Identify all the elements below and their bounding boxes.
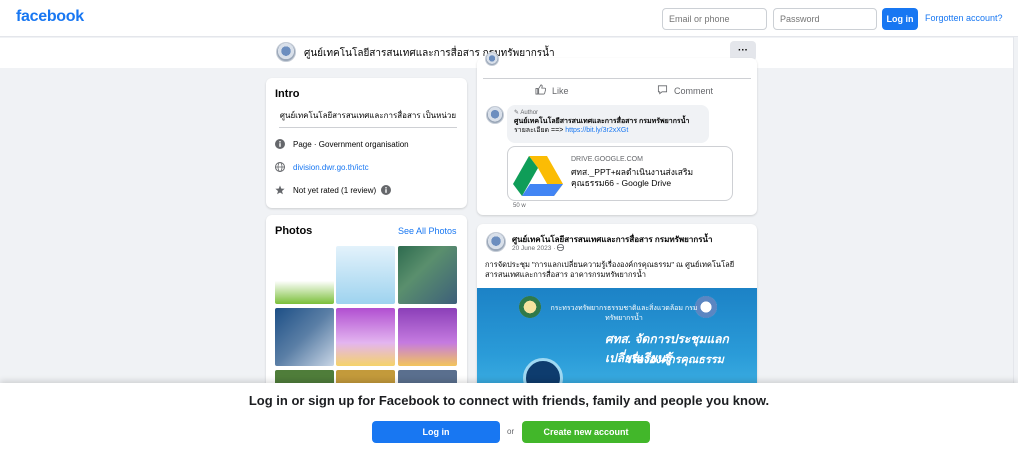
comment-text: รายละเอียด ==> https://bit.ly/3r2xXGt [514, 127, 629, 134]
intro-description: ศูนย์เทคโนโลยีสารสนเทศและการสื่อสาร เป็น… [279, 109, 457, 128]
intro-card: Intro ศูนย์เทคโนโลยีสารสนเทศและการสื่อสา… [266, 78, 467, 208]
forgotten-account-link[interactable]: Forgotten account? [925, 13, 1003, 23]
like-button[interactable]: Like [535, 84, 569, 98]
signup-banner: Log in or sign up for Facebook to connec… [0, 383, 1018, 453]
photo-thumbnail[interactable] [336, 308, 395, 366]
ministry-emblem [519, 296, 541, 318]
post-text: การจัดประชุม "การแลกเปลี่ยนความรู้เรื่อง… [485, 260, 735, 279]
image-caption-subheadline: เรื่ององค์กรคุณธรรม [627, 354, 724, 366]
divider [483, 78, 751, 79]
intro-item-text: Page · Government organisation [293, 139, 409, 149]
link-domain: DRIVE.GOOGLE.COM [571, 156, 643, 163]
pen-icon: ✎ [514, 110, 520, 116]
comment-timestamp[interactable]: 50 w [513, 203, 526, 209]
banner-login-button[interactable]: Log in [372, 421, 500, 443]
photos-title: Photos [275, 225, 313, 237]
google-drive-icon [511, 152, 565, 200]
globe-icon [557, 243, 565, 252]
post-card: ศูนย์เทคโนโลยีสารสนเทศและการสื่อสาร กรมท… [477, 224, 757, 394]
intro-item-website[interactable]: division.dwr.go.th/ictc [275, 161, 369, 173]
link-title[interactable]: ศทส._PPT+ผลดำเนินงานส่งเสริมคุณธรรม66 - … [571, 167, 721, 189]
page-avatar[interactable] [276, 42, 296, 62]
star-icon [275, 185, 285, 195]
photo-thumbnail[interactable] [398, 308, 457, 366]
post-avatar[interactable] [486, 232, 506, 252]
comment-bubble: ✎ Author ศูนย์เทคโนโลยีสารสนเทศและการสื่… [507, 105, 709, 143]
signup-message: Log in or sign up for Facebook to connec… [248, 393, 770, 408]
photo-thumbnail[interactable] [275, 246, 334, 304]
comment-link[interactable]: https://bit.ly/3r2xXGt [565, 127, 628, 134]
website-link[interactable]: division.dwr.go.th/ictc [293, 163, 369, 172]
author-badge: ✎ Author [514, 110, 539, 116]
post-avatar[interactable] [485, 52, 499, 66]
password-field[interactable] [773, 8, 877, 30]
image-caption-ministry: กระทรวงทรัพยากรธรรมชาติและสิ่งแวดล้อม กร… [550, 305, 698, 322]
see-all-photos-link[interactable]: See All Photos [398, 226, 457, 236]
email-field[interactable] [662, 8, 767, 30]
intro-title: Intro [275, 88, 300, 100]
like-label: Like [552, 86, 569, 96]
comment-icon [657, 84, 668, 98]
post-image[interactable]: กระทรวงทรัพยากรธรรมชาติและสิ่งแวดล้อม กร… [477, 288, 757, 394]
intro-item-category: Page · Government organisation [275, 138, 409, 150]
post-card: Like Comment ✎ Author ศูนย์เทคโนโลยีสารส… [477, 52, 757, 215]
globe-icon [275, 162, 285, 172]
info-icon [275, 139, 285, 149]
photo-thumbnail[interactable] [398, 246, 457, 304]
photos-card: Photos See All Photos [266, 215, 467, 390]
or-separator: or [507, 427, 515, 436]
thumbs-up-icon [535, 84, 547, 98]
comment-author-name[interactable]: ศูนย์เทคโนโลยีสารสนเทศและการสื่อสาร กรมท… [514, 117, 702, 126]
photo-thumbnail[interactable] [275, 308, 334, 366]
link-preview-card[interactable]: DRIVE.GOOGLE.COM ศทส._PPT+ผลดำเนินงานส่ง… [507, 146, 733, 201]
create-account-button[interactable]: Create new account [522, 421, 650, 443]
post-timestamp[interactable]: 20 June 2023 · [512, 243, 565, 252]
comment-button[interactable]: Comment [657, 84, 713, 98]
login-button[interactable]: Log in [882, 8, 918, 30]
rating-text: Not yet rated (1 review) [293, 185, 377, 195]
photo-thumbnail[interactable] [336, 246, 395, 304]
comment-label: Comment [674, 86, 714, 96]
scrollbar[interactable] [1013, 37, 1018, 383]
comment-avatar[interactable] [486, 106, 504, 124]
top-navigation-bar: facebook Log in Forgotten account? [0, 0, 1018, 37]
info-icon[interactable] [381, 185, 392, 195]
facebook-logo[interactable]: facebook [16, 8, 84, 26]
intro-item-rating: Not yet rated (1 review) [275, 184, 392, 196]
